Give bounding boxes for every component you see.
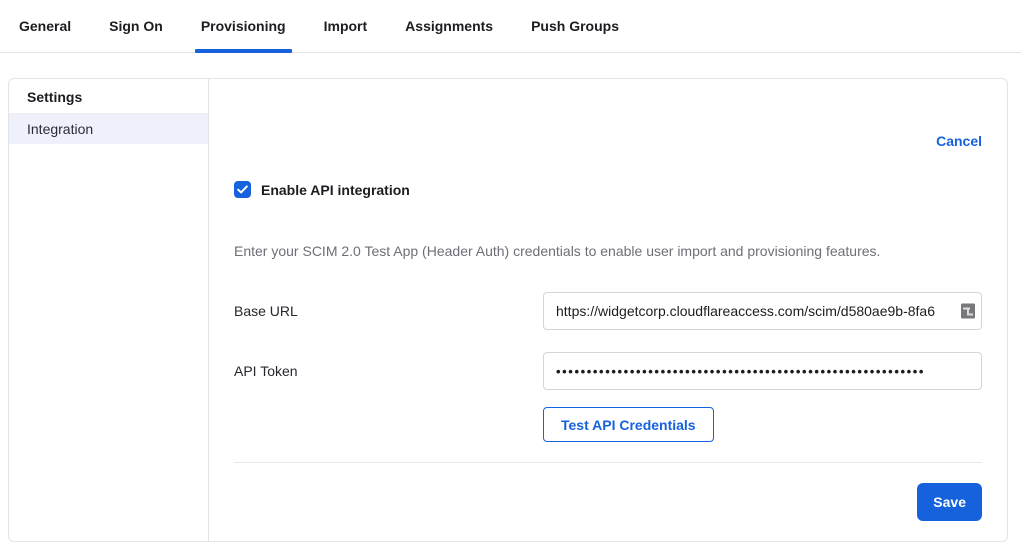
provisioning-panel: Settings Integration Cancel Enable API i… [8, 78, 1008, 542]
app-tab-bar: General Sign On Provisioning Import Assi… [0, 0, 1021, 53]
test-api-credentials-button[interactable]: Test API Credentials [543, 407, 714, 442]
enable-api-label: Enable API integration [261, 182, 410, 198]
base-url-label: Base URL [234, 303, 543, 319]
footer-divider [234, 462, 982, 463]
tab-push-groups[interactable]: Push Groups [525, 0, 625, 52]
credentials-description: Enter your SCIM 2.0 Test App (Header Aut… [234, 243, 982, 259]
enable-api-checkbox[interactable] [234, 181, 251, 198]
sidebar-heading: Settings [9, 79, 208, 114]
base-url-row: Base URL [234, 292, 982, 330]
integration-settings-form: Cancel Enable API integration Enter your… [209, 79, 1007, 541]
tab-sign-on[interactable]: Sign On [103, 0, 169, 52]
api-token-input-wrap [543, 352, 982, 390]
settings-sidebar: Settings Integration [9, 79, 209, 541]
tab-assignments[interactable]: Assignments [399, 0, 499, 52]
tab-general[interactable]: General [13, 0, 77, 52]
base-url-input[interactable] [543, 292, 982, 330]
form-footer-actions: Save [234, 483, 982, 521]
text-cursor-selection-marker [961, 304, 975, 319]
api-token-input[interactable] [543, 352, 982, 390]
checkmark-icon [237, 185, 248, 194]
form-header-actions: Cancel [234, 79, 982, 149]
test-credentials-row: Test API Credentials [543, 407, 982, 442]
tab-import[interactable]: Import [318, 0, 374, 52]
api-token-label: API Token [234, 363, 543, 379]
sidebar-item-integration[interactable]: Integration [9, 114, 208, 144]
cancel-link[interactable]: Cancel [936, 133, 982, 149]
api-token-row: API Token [234, 352, 982, 390]
base-url-input-wrap [543, 292, 982, 330]
tab-provisioning[interactable]: Provisioning [195, 0, 292, 52]
enable-api-row: Enable API integration [234, 181, 982, 198]
save-button[interactable]: Save [917, 483, 982, 521]
